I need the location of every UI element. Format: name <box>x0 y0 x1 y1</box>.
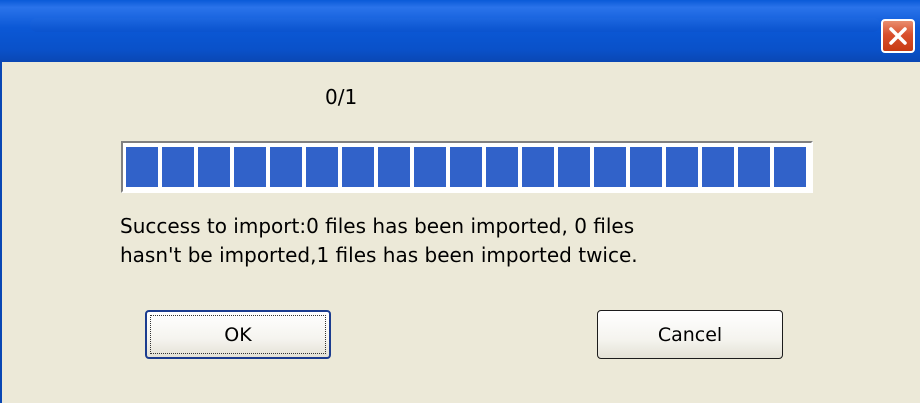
progress-block <box>306 147 338 187</box>
progress-counter: 0/1 <box>325 85 358 109</box>
message-line-1: Success to import:0 files has been impor… <box>120 214 635 238</box>
cancel-button-label: Cancel <box>657 323 723 346</box>
progress-block <box>774 147 806 187</box>
title-bar-highlight <box>30 18 880 32</box>
progress-block <box>522 147 554 187</box>
window-left-border <box>0 62 2 403</box>
progress-block <box>414 147 446 187</box>
progress-block <box>198 147 230 187</box>
progress-block <box>666 147 698 187</box>
import-dialog: 0/1 Success to import:0 files has been i… <box>0 0 920 403</box>
ok-button[interactable]: OK <box>145 310 331 359</box>
progress-block <box>126 147 158 187</box>
progress-block <box>738 147 770 187</box>
progress-block <box>558 147 590 187</box>
progress-block <box>702 147 734 187</box>
close-icon <box>889 27 907 45</box>
title-bar[interactable] <box>0 0 920 62</box>
progress-block <box>450 147 482 187</box>
close-button[interactable] <box>881 19 915 53</box>
progress-block <box>162 147 194 187</box>
import-result-message: Success to import:0 files has been impor… <box>120 212 840 270</box>
progress-block <box>270 147 302 187</box>
progress-block <box>234 147 266 187</box>
progress-block <box>594 147 626 187</box>
progress-block <box>630 147 662 187</box>
progress-block <box>378 147 410 187</box>
message-line-2: hasn't be imported,1 files has been impo… <box>120 243 638 267</box>
cancel-button[interactable]: Cancel <box>597 310 783 359</box>
focus-ring <box>150 315 326 354</box>
progress-block <box>486 147 518 187</box>
progress-block <box>342 147 374 187</box>
progress-bar <box>121 141 813 193</box>
